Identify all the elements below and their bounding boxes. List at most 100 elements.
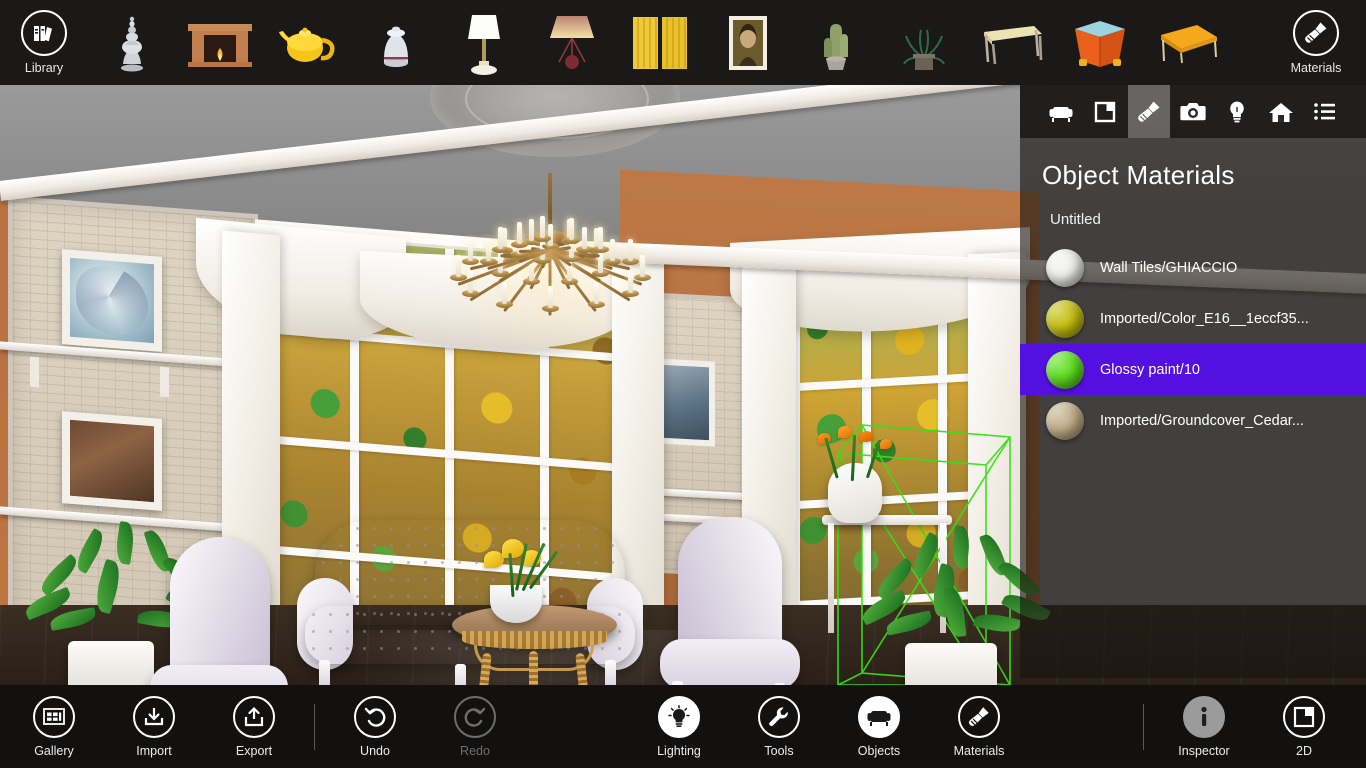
chandelier-candle [502, 282, 507, 305]
objects-button[interactable]: Objects [829, 685, 929, 768]
chandelier-candle [569, 217, 575, 240]
object-materials-panel: Object Materials Untitled Wall Tiles/GHI… [1020, 85, 1366, 678]
material-label: Wall Tiles/GHIACCIO [1100, 259, 1238, 276]
tab-floorplan[interactable] [1084, 85, 1126, 138]
chandelier-candle [548, 286, 553, 309]
chandelier-candle [610, 239, 615, 261]
panel-title: Object Materials [1042, 160, 1235, 190]
yellow-flower-arrangement [480, 537, 562, 598]
chandelier-candle [528, 218, 534, 241]
inspector-label: Inspector [1178, 743, 1230, 758]
material-row[interactable]: Imported/Groundcover_Cedar... [1020, 395, 1366, 446]
table-lamp-thumbnail[interactable] [440, 0, 528, 85]
tab-lighting[interactable] [1216, 85, 1258, 138]
materials-list: Wall Tiles/GHIACCIO Imported/Color_E16__1… [1020, 242, 1366, 446]
export-label: Export [235, 743, 273, 758]
export-arrow-icon [233, 695, 275, 738]
books-library-icon [21, 10, 67, 56]
undo-button[interactable]: Undo [325, 685, 425, 768]
top-toolbar: Library Materials [0, 0, 1366, 85]
floorplan-icon [1283, 695, 1325, 738]
paintbrush-icon [1293, 10, 1339, 56]
cactus-plant-thumbnail[interactable] [792, 0, 880, 85]
wooden-table-thumbnail[interactable] [968, 0, 1056, 85]
tab-home[interactable] [1260, 85, 1302, 138]
wrench-icon [758, 695, 800, 738]
wall-art-brown [62, 411, 162, 511]
view-2d-button[interactable]: 2D [1254, 685, 1354, 768]
redo-button[interactable]: Redo [425, 685, 525, 768]
info-icon [1183, 695, 1225, 738]
material-row[interactable]: Wall Tiles/GHIACCIO [1020, 242, 1366, 293]
material-label: Imported/Color_E16__1eccf35... [1100, 310, 1309, 327]
chandelier-candle [468, 239, 474, 262]
chandelier-candle [627, 239, 633, 262]
tab-materials[interactable] [1128, 85, 1170, 138]
chandelier-candle [497, 226, 503, 249]
chandelier[interactable] [430, 173, 670, 363]
library-button[interactable]: Library [0, 0, 88, 85]
paintbrush-icon [958, 695, 1000, 738]
armchair-right[interactable] [660, 517, 800, 685]
chandelier-candle [486, 239, 491, 261]
orange-flower-arrangement [812, 423, 902, 482]
chandelier-candle [582, 227, 587, 249]
bottom-toolbar: Gallery Import Export Undo Redo Lighting… [0, 685, 1366, 768]
undo-arrow-icon [354, 695, 396, 738]
app-root: Library Materials Object Materials Untit… [0, 0, 1366, 768]
material-row[interactable]: Imported/Color_E16__1eccf35... [1020, 293, 1366, 344]
materials-bottom-label: Materials [953, 743, 1005, 758]
chandelier-candle [627, 270, 633, 293]
export-button[interactable]: Export [204, 685, 304, 768]
lighting-button[interactable]: Lighting [629, 685, 729, 768]
potted-plant-thumbnail[interactable] [880, 0, 968, 85]
redo-arrow-icon [454, 695, 496, 738]
redo-label: Redo [460, 743, 490, 758]
panel-body: Object Materials Untitled Wall Tiles/GHI… [1020, 138, 1366, 678]
tab-furniture[interactable] [1040, 85, 1082, 138]
library-label: Library [24, 61, 64, 75]
white-pot-thumbnail[interactable] [352, 0, 440, 85]
chandelier-candle [548, 223, 553, 246]
plant-right[interactable] [856, 525, 1052, 667]
orange-stand-thumbnail[interactable] [1056, 0, 1144, 85]
material-row[interactable]: Glossy paint/10 [1020, 344, 1366, 395]
toolbar-divider-right [1143, 703, 1144, 750]
tools-button[interactable]: Tools [729, 685, 829, 768]
material-label: Imported/Groundcover_Cedar... [1100, 412, 1304, 429]
wall-art-blue [62, 249, 162, 352]
material-swatch [1046, 248, 1084, 287]
armchair-icon [858, 695, 900, 738]
yellow-table-thumbnail[interactable] [1144, 0, 1232, 85]
tab-camera[interactable] [1172, 85, 1214, 138]
panel-subtitle: Untitled [1050, 211, 1101, 228]
chandelier-candle [456, 255, 461, 277]
chandelier-candle [517, 221, 523, 244]
fireplace-thumbnail[interactable] [176, 0, 264, 85]
mona-lisa-painting-thumbnail[interactable] [704, 0, 792, 85]
shelf-bracket [30, 356, 39, 388]
tab-list[interactable] [1304, 85, 1346, 138]
back-wall-art [655, 358, 715, 447]
material-label: Glossy paint/10 [1100, 361, 1200, 378]
materials-button-top[interactable]: Materials [1272, 0, 1360, 85]
chandelier-candle [540, 215, 546, 238]
materials-button-bottom[interactable]: Materials [929, 685, 1029, 768]
inspector-button[interactable]: Inspector [1154, 685, 1254, 768]
shaded-lamp-thumbnail[interactable] [528, 0, 616, 85]
import-button[interactable]: Import [104, 685, 204, 768]
shelf-bracket [160, 366, 169, 398]
yellow-curtains-thumbnail[interactable] [616, 0, 704, 85]
toolbar-divider [314, 703, 315, 750]
materials-top-label: Materials [1290, 61, 1342, 75]
import-arrow-icon [133, 695, 175, 738]
silver-urn-thumbnail[interactable] [88, 0, 176, 85]
yellow-teapot-thumbnail[interactable] [264, 0, 352, 85]
panel-tab-bar [1020, 85, 1366, 138]
lighting-label: Lighting [657, 743, 701, 758]
material-swatch [1046, 350, 1084, 389]
coffee-table[interactable] [452, 605, 617, 685]
gallery-button[interactable]: Gallery [4, 685, 104, 768]
armchair-left[interactable] [148, 537, 288, 685]
import-label: Import [136, 743, 172, 758]
